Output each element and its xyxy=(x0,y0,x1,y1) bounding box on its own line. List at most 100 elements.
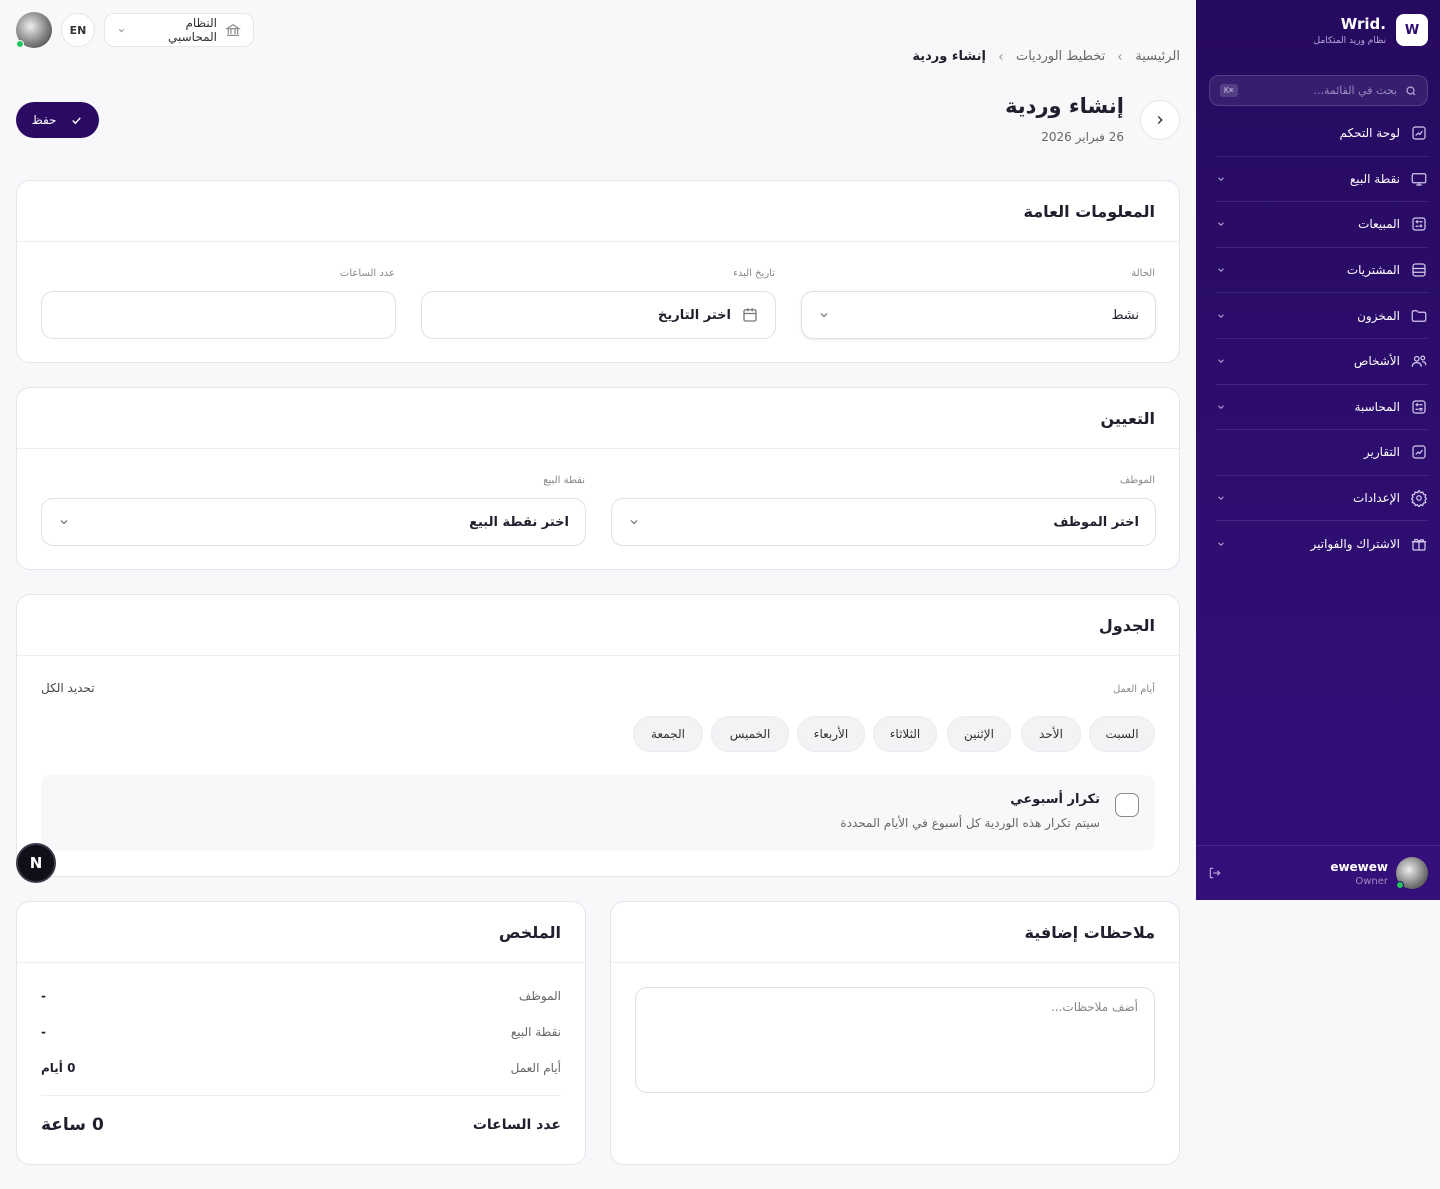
bank-icon xyxy=(225,22,241,38)
card-header: ملاحظات إضافية xyxy=(611,902,1179,963)
notes-textarea[interactable] xyxy=(635,987,1155,1093)
sidebar-item-folder[interactable]: المخزون xyxy=(1216,293,1428,339)
sidebar-item-reports[interactable]: التقارير xyxy=(1216,430,1428,476)
summary-hours-label: عدد الساعات xyxy=(472,1117,561,1133)
chevron-down-icon xyxy=(628,516,640,528)
weekly-recurring-checkbox[interactable] xyxy=(1115,793,1139,817)
day-pill-sunday[interactable]: الأحد xyxy=(1021,716,1081,752)
general-info-title: المعلومات العامة xyxy=(1023,201,1155,221)
chevron-down-icon xyxy=(58,516,70,528)
pos-label: نقطة البيع xyxy=(543,475,585,486)
system-selector-label: النظام المحاسبي xyxy=(167,16,217,44)
chevron-right-icon xyxy=(1153,113,1167,127)
page-title: إنشاء وردية xyxy=(1005,94,1124,118)
pos-select-placeholder: اختر نقطة البيع xyxy=(469,514,569,530)
dashboard-icon xyxy=(1410,124,1428,142)
day-pill-tuesday[interactable]: الثلاثاء xyxy=(873,716,937,752)
sidebar-item-users[interactable]: الأشخاص xyxy=(1216,339,1428,385)
summary-row-employee: الموظف - xyxy=(41,989,561,1003)
language-toggle-button[interactable]: EN xyxy=(61,13,95,47)
status-label: الحالة xyxy=(1131,268,1155,279)
chevron-left-icon xyxy=(996,52,1006,62)
sidebar-item-monitor[interactable]: نقطة البيع xyxy=(1216,157,1428,203)
sidebar-user[interactable]: ewewew Owner xyxy=(1196,845,1440,900)
employee-select[interactable]: اختر الموظف xyxy=(611,498,1156,546)
card-header: التعيين xyxy=(17,388,1179,449)
reports-icon xyxy=(1410,443,1428,461)
day-pill-thursday[interactable]: الخميس xyxy=(711,716,789,752)
day-pill-monday[interactable]: الإثنين xyxy=(947,716,1011,752)
gear-icon xyxy=(1410,489,1428,508)
sidebar-search-input[interactable] xyxy=(1245,84,1397,97)
day-pill-friday[interactable]: الجمعة xyxy=(633,716,703,752)
start-date-picker[interactable]: اختر التاريخ xyxy=(421,291,776,339)
sidebar-item-label: الإعدادات xyxy=(1353,491,1400,506)
monitor-icon xyxy=(1410,170,1428,188)
start-date-label: تاريخ البدء xyxy=(733,268,775,279)
day-pill-wednesday[interactable]: الأربعاء xyxy=(797,716,865,752)
day-pill-saturday[interactable]: السبت xyxy=(1089,716,1155,752)
schedule-card: الجدول أيام العمل تحديد الكل السبت الأحد… xyxy=(16,594,1180,877)
select-all-link[interactable]: تحديد الكل xyxy=(41,681,95,695)
folder-icon xyxy=(1410,307,1428,325)
sidebar-item-label: التقارير xyxy=(1363,445,1400,460)
chevron-down-icon xyxy=(1216,493,1226,503)
brand-text: Wrid. نظام وريد المتكامل xyxy=(1314,15,1386,46)
sidebar-item-label: المشتريات xyxy=(1346,263,1400,278)
calculator-icon xyxy=(1410,398,1428,416)
brand-logo: W xyxy=(1396,14,1428,46)
summary-pos-label: نقطة البيع xyxy=(510,1025,561,1039)
hours-input[interactable] xyxy=(41,291,396,339)
brand[interactable]: Wrid. نظام وريد المتكامل W xyxy=(1314,14,1428,46)
logout-icon[interactable] xyxy=(1208,866,1222,880)
sidebar-item-gift[interactable]: الاشتراك والفواتير xyxy=(1216,521,1428,567)
user-avatar[interactable] xyxy=(1396,857,1428,889)
summary-card: الملخص الموظف - نقطة البيع - أيام العمل … xyxy=(16,901,586,1165)
sidebar-item-sales[interactable]: المبيعات xyxy=(1216,202,1428,248)
system-selector[interactable]: النظام المحاسبي xyxy=(104,13,254,47)
summary-title: الملخص xyxy=(498,922,561,942)
breadcrumb-current: إنشاء وردية xyxy=(912,49,986,64)
chevron-down-icon xyxy=(117,26,126,35)
summary-total-hours: عدد الساعات 0 ساعة xyxy=(41,1115,561,1135)
summary-row-pos: نقطة البيع - xyxy=(41,1025,561,1039)
user-role: Owner xyxy=(1355,875,1388,887)
sidebar-item-calculator[interactable]: المحاسبة xyxy=(1216,385,1428,431)
online-status-dot xyxy=(1396,881,1404,889)
users-icon xyxy=(1410,352,1428,370)
breadcrumb-shift-planning[interactable]: تخطيط الورديات xyxy=(1016,49,1105,64)
save-button[interactable]: حفظ xyxy=(16,102,99,138)
topbar-avatar[interactable] xyxy=(16,12,52,48)
gift-icon xyxy=(1410,535,1428,553)
chevron-left-icon xyxy=(1115,52,1125,62)
save-button-label: حفظ xyxy=(31,113,57,127)
workdays-label: أيام العمل xyxy=(1113,684,1155,695)
sidebar-item-label: نقطة البيع xyxy=(1349,171,1400,186)
dev-tools-badge[interactable]: N xyxy=(16,843,56,883)
weekly-recurring-option[interactable]: تكرار أسبوعي سيتم تكرار هذه الوردية كل أ… xyxy=(41,775,1155,851)
chevron-down-icon xyxy=(818,309,830,321)
brand-name: Wrid. xyxy=(1340,14,1386,33)
purchases-icon xyxy=(1410,261,1428,279)
sidebar-item-label: المبيعات xyxy=(1358,217,1400,232)
summary-pos-value: - xyxy=(41,1025,46,1039)
card-header: الجدول xyxy=(17,595,1179,656)
weekly-recurring-title: تكرار أسبوعي xyxy=(1010,792,1100,807)
sidebar-item-dashboard[interactable]: لوحة التحكم xyxy=(1216,111,1428,157)
summary-hours-value: 0 ساعة xyxy=(41,1115,104,1135)
sidebar-nav: لوحة التحكم نقطة البيع المبيعات المشتريات ال… xyxy=(1216,111,1428,567)
chevron-down-icon xyxy=(1216,402,1226,412)
sidebar-item-label: الأشخاص xyxy=(1353,354,1400,369)
summary-divider xyxy=(41,1095,561,1096)
summary-workdays-value: 0 أيام xyxy=(41,1061,76,1075)
sidebar-item-gear[interactable]: الإعدادات xyxy=(1216,476,1428,522)
sidebar-item-label: المخزون xyxy=(1357,308,1400,323)
sidebar-item-purchases[interactable]: المشتريات xyxy=(1216,248,1428,294)
status-select[interactable]: نشط xyxy=(801,291,1156,339)
sidebar-search[interactable]: ⌘K xyxy=(1209,75,1428,106)
summary-workdays-label: أيام العمل xyxy=(510,1061,561,1075)
user-info: ewewew Owner xyxy=(1230,860,1388,887)
back-button[interactable] xyxy=(1140,100,1180,140)
pos-select[interactable]: اختر نقطة البيع xyxy=(41,498,586,546)
breadcrumb-home[interactable]: الرئيسية xyxy=(1135,49,1180,64)
